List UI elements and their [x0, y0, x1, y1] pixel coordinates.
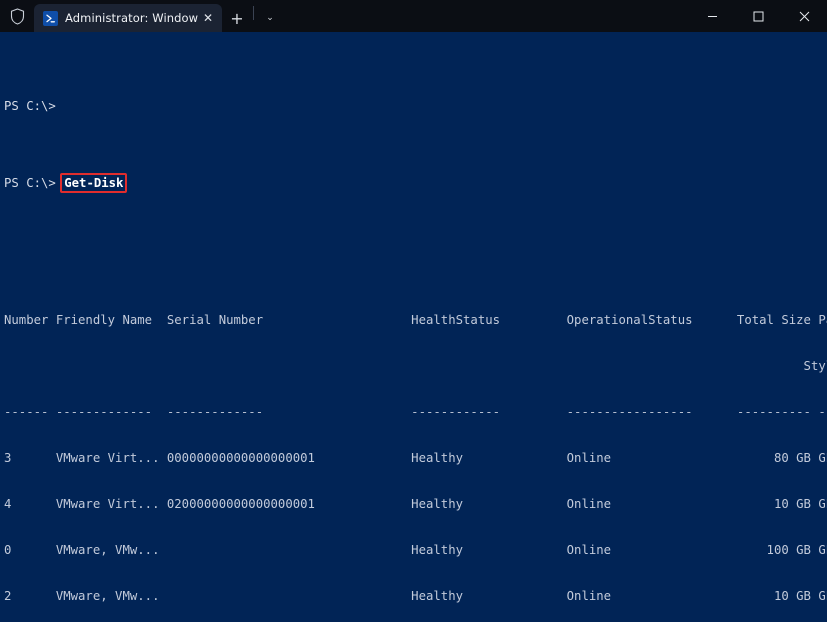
- disk-table-row: 2 VMware, VMw... Healthy Online 10 GB GP…: [4, 589, 827, 604]
- close-button[interactable]: [781, 0, 827, 32]
- tab-title: Administrator: Windows Pow: [65, 11, 198, 25]
- title-bar: Administrator: Windows Pow ✕ + ⌄: [0, 0, 827, 32]
- minimize-button[interactable]: [689, 0, 735, 32]
- command-get-disk: Get-Disk: [64, 176, 123, 190]
- disk-table-row: 4 VMware Virt... 02000000000000000001 He…: [4, 497, 827, 512]
- disk-table-header-1: Number Friendly Name Serial Number Healt…: [4, 313, 827, 328]
- prompt-label: PS C:\>: [4, 99, 56, 113]
- disk-table-row: 3 VMware Virt... 00000000000000000001 He…: [4, 451, 827, 466]
- highlight-get-disk: Get-Disk: [63, 176, 124, 191]
- disk-table-row: 0 VMware, VMw... Healthy Online 100 GB G…: [4, 543, 827, 558]
- maximize-button[interactable]: [735, 0, 781, 32]
- toolbar-divider: [253, 6, 254, 20]
- powershell-icon: [43, 11, 58, 26]
- terminal-tab[interactable]: Administrator: Windows Pow ✕: [34, 4, 222, 32]
- terminal-output[interactable]: PS C:\> PS C:\> Get-Disk Number Friendly…: [0, 32, 827, 622]
- new-tab-button[interactable]: +: [222, 4, 252, 32]
- close-tab-icon[interactable]: ✕: [198, 8, 218, 28]
- disk-table-header-2: Style: [4, 359, 827, 374]
- chevron-down-icon[interactable]: ⌄: [255, 4, 285, 32]
- spacer: [4, 237, 827, 252]
- window-controls: [689, 0, 827, 32]
- command-line-get-disk: PS C:\> Get-Disk: [4, 176, 827, 191]
- powershell-window: Administrator: Windows Pow ✕ + ⌄ PS C:\>…: [0, 0, 827, 622]
- shield-icon: [0, 0, 34, 32]
- disk-table-separator: ------ ------------- ------------- -----…: [4, 405, 827, 420]
- prompt-label: PS C:\>: [4, 176, 56, 190]
- prompt-line: PS C:\>: [4, 99, 827, 114]
